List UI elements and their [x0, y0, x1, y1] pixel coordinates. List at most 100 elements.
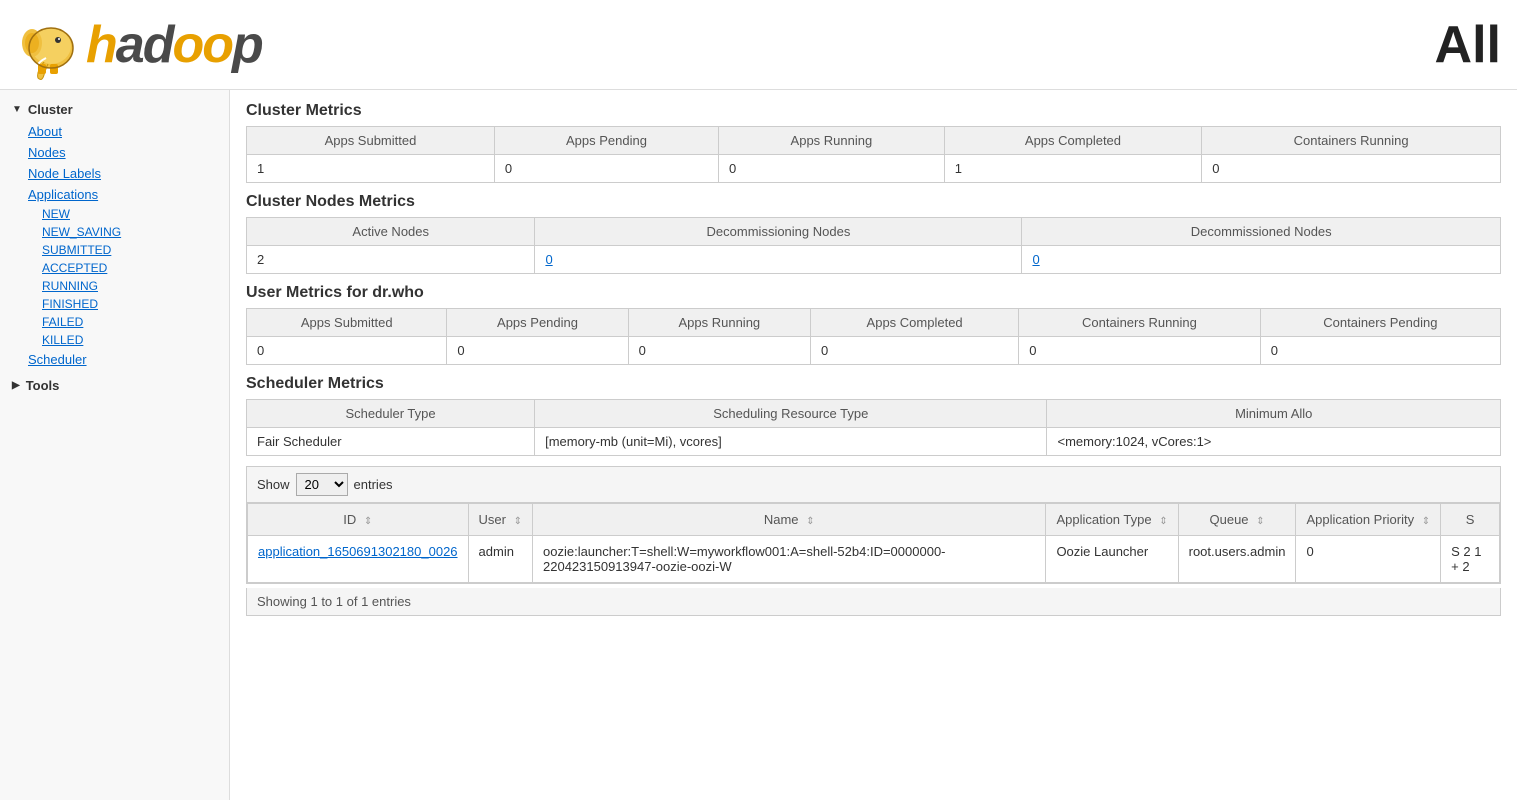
tools-section: ▶ Tools — [0, 374, 229, 397]
user-val-3: 0 — [811, 337, 1019, 365]
sched-val-1: [memory-mb (unit=Mi), vcores] — [535, 428, 1047, 456]
user-header-5: Containers Pending — [1260, 309, 1500, 337]
name-sort-icon: ⇕ — [806, 516, 814, 527]
sidebar: ▼ Cluster About Nodes Node Labels Applic… — [0, 90, 230, 800]
sidebar-item-nodes[interactable]: Nodes — [0, 142, 229, 163]
nodes-header-1: Decommissioning Nodes — [535, 218, 1022, 246]
sidebar-item-node-labels[interactable]: Node Labels — [0, 163, 229, 184]
user-val-0: 0 — [247, 337, 447, 365]
cluster-metrics-val-3: 1 — [944, 155, 1201, 183]
show-label: Show — [257, 477, 290, 492]
apps-header-id[interactable]: ID ⇕ — [248, 504, 469, 536]
app-priority-cell: 0 — [1296, 536, 1441, 583]
apps-header-type[interactable]: Application Type ⇕ — [1046, 504, 1178, 536]
cluster-metrics-header-1: Apps Pending — [494, 127, 718, 155]
user-val-5: 0 — [1260, 337, 1500, 365]
priority-sort-icon: ⇕ — [1422, 516, 1430, 527]
user-header-2: Apps Running — [628, 309, 810, 337]
user-header-4: Containers Running — [1019, 309, 1261, 337]
apps-header-queue[interactable]: Queue ⇕ — [1178, 504, 1296, 536]
table-footer: Showing 1 to 1 of 1 entries — [246, 588, 1501, 616]
app-id-cell: application_1650691302180_0026 — [248, 536, 469, 583]
apps-header-priority[interactable]: Application Priority ⇕ — [1296, 504, 1441, 536]
cluster-metrics-table: Apps Submitted Apps Pending Apps Running… — [246, 126, 1501, 183]
sidebar-sub-new-saving[interactable]: NEW_SAVING — [0, 223, 229, 241]
tools-toggle[interactable]: ▶ Tools — [0, 374, 229, 397]
apps-header-status: S — [1441, 504, 1500, 536]
apps-table-wrapper: ID ⇕ User ⇕ Name ⇕ Application Type — [246, 502, 1501, 584]
nodes-header-0: Active Nodes — [247, 218, 535, 246]
type-sort-icon: ⇕ — [1159, 516, 1167, 527]
user-val-2: 0 — [628, 337, 810, 365]
cluster-metrics-header-4: Containers Running — [1202, 127, 1501, 155]
sched-val-2: <memory:1024, vCores:1> — [1047, 428, 1501, 456]
nodes-decommissioning-link[interactable]: 0 — [545, 252, 552, 267]
nodes-val-2: 0 — [1022, 246, 1501, 274]
user-metrics-table: Apps Submitted Apps Pending Apps Running… — [246, 308, 1501, 365]
cluster-toggle[interactable]: ▼ Cluster — [0, 98, 229, 121]
nodes-header-2: Decommissioned Nodes — [1022, 218, 1501, 246]
cluster-nodes-title: Cluster Nodes Metrics — [246, 193, 1501, 211]
main-layout: ▼ Cluster About Nodes Node Labels Applic… — [0, 90, 1517, 800]
cluster-arrow-icon: ▼ — [12, 104, 22, 115]
sidebar-sub-new[interactable]: NEW — [0, 205, 229, 223]
cluster-metrics-header-3: Apps Completed — [944, 127, 1201, 155]
user-metrics-title: User Metrics for dr.who — [246, 284, 1501, 302]
tools-label: Tools — [26, 378, 60, 393]
sched-val-0: Fair Scheduler — [247, 428, 535, 456]
nodes-val-0: 2 — [247, 246, 535, 274]
cluster-metrics-title: Cluster Metrics — [246, 102, 1501, 120]
app-type-cell: Oozie Launcher — [1046, 536, 1178, 583]
footer-text: Showing 1 to 1 of 1 entries — [257, 594, 411, 609]
user-header-3: Apps Completed — [811, 309, 1019, 337]
cluster-metrics-header-0: Apps Submitted — [247, 127, 495, 155]
sched-header-1: Scheduling Resource Type — [535, 400, 1047, 428]
nodes-val-1: 0 — [535, 246, 1022, 274]
sidebar-item-applications[interactable]: Applications — [0, 184, 229, 205]
table-row: application_1650691302180_0026 admin ooz… — [248, 536, 1500, 583]
sched-header-0: Scheduler Type — [247, 400, 535, 428]
scheduler-metrics-table: Scheduler Type Scheduling Resource Type … — [246, 399, 1501, 456]
apps-table: ID ⇕ User ⇕ Name ⇕ Application Type — [247, 503, 1500, 583]
app-queue-cell: root.users.admin — [1178, 536, 1296, 583]
header: hadoop All — [0, 0, 1517, 90]
tools-arrow-icon: ▶ — [12, 380, 20, 391]
content-area: Cluster Metrics Apps Submitted Apps Pend… — [230, 90, 1517, 800]
cluster-label: Cluster — [28, 102, 73, 117]
header-right-text: All — [1435, 15, 1501, 75]
user-header-0: Apps Submitted — [247, 309, 447, 337]
cluster-metrics-val-4: 0 — [1202, 155, 1501, 183]
id-sort-icon: ⇕ — [364, 516, 372, 527]
logo-text: hadoop — [86, 15, 262, 75]
sidebar-sub-failed[interactable]: FAILED — [0, 313, 229, 331]
sidebar-sub-finished[interactable]: FINISHED — [0, 295, 229, 313]
entries-select[interactable]: 10 20 50 100 — [296, 473, 348, 496]
sidebar-item-about[interactable]: About — [0, 121, 229, 142]
sidebar-sub-submitted[interactable]: SUBMITTED — [0, 241, 229, 259]
apps-header-name[interactable]: Name ⇕ — [533, 504, 1046, 536]
nodes-decommissioned-link[interactable]: 0 — [1032, 252, 1039, 267]
cluster-nodes-table: Active Nodes Decommissioning Nodes Decom… — [246, 217, 1501, 274]
app-user-cell: admin — [468, 536, 532, 583]
queue-sort-icon: ⇕ — [1256, 516, 1264, 527]
scheduler-metrics-title: Scheduler Metrics — [246, 375, 1501, 393]
cluster-metrics-val-0: 1 — [247, 155, 495, 183]
cluster-metrics-val-2: 0 — [719, 155, 945, 183]
user-header-1: Apps Pending — [447, 309, 628, 337]
app-status-cell: S 2 1 + 2 — [1441, 536, 1500, 583]
user-sort-icon: ⇕ — [514, 516, 522, 527]
apps-header-user[interactable]: User ⇕ — [468, 504, 532, 536]
cluster-section: ▼ Cluster About Nodes Node Labels Applic… — [0, 98, 229, 370]
app-id-link[interactable]: application_1650691302180_0026 — [258, 544, 458, 559]
sidebar-sub-killed[interactable]: KILLED — [0, 331, 229, 349]
sidebar-item-scheduler[interactable]: Scheduler — [0, 349, 229, 370]
user-val-4: 0 — [1019, 337, 1261, 365]
sidebar-sub-accepted[interactable]: ACCEPTED — [0, 259, 229, 277]
show-entries-bar: Show 10 20 50 100 entries — [246, 466, 1501, 502]
hadoop-elephant-icon — [16, 10, 86, 80]
cluster-metrics-val-1: 0 — [494, 155, 718, 183]
user-val-1: 0 — [447, 337, 628, 365]
app-name-cell: oozie:launcher:T=shell:W=myworkflow001:A… — [533, 536, 1046, 583]
sidebar-sub-running[interactable]: RUNNING — [0, 277, 229, 295]
sched-header-2: Minimum Allo — [1047, 400, 1501, 428]
